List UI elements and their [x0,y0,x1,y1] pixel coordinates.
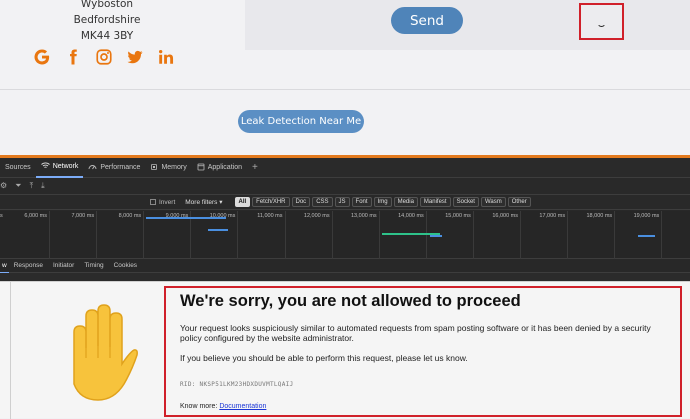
timeline-tick-label: 19,000 ms [633,213,660,219]
know-more-line: Know more: Documentation [180,403,666,410]
network-timeline-overview[interactable]: s 6,000 ms 7,000 ms 8,000 ms 9,000 ms 10,000 … [0,211,690,259]
blocked-contact-note: If you believe you should be able to per… [180,353,468,363]
tab-initiator[interactable]: Initiator [48,259,79,273]
blocked-explanation: Your request looks suspiciously similar … [180,323,651,343]
filter-chip-img[interactable]: Img [373,197,392,207]
tab-label: Application [207,164,242,171]
filter-chip-media[interactable]: Media [393,197,418,207]
timeline-tick-label: 15,000 ms [445,213,471,219]
request-bar [430,235,442,237]
linkedin-icon[interactable] [150,46,181,68]
loading-spinner-icon [597,18,606,27]
instagram-icon[interactable] [88,46,119,68]
response-preview-pane: We're sorry, you are not allowed to proc… [0,281,690,419]
settings-icon[interactable]: ⚙ [0,181,7,191]
tab-sources[interactable]: Sources [0,158,36,178]
timeline-tick-label: 6,000 ms [24,213,47,219]
tab-label: Sources [5,164,31,171]
devtools-separator [0,273,690,281]
timeline-tick-label: 17,000 ms [539,213,566,219]
address-line: Bedfordshire [73,14,141,26]
gauge-icon [88,163,97,172]
leak-detection-button[interactable]: Leak Detection Near Me [238,110,364,133]
address-block: Wyboston Bedfordshire MK44 3BY [62,0,152,44]
plus-icon: + [251,162,258,173]
address-line: MK44 3BY [80,30,134,42]
filter-chip-fetchxhr[interactable]: Fetch/XHR [252,197,290,207]
invert-checkbox[interactable]: Invert [150,199,175,206]
tab-response[interactable]: Response [9,259,48,273]
tab-memory[interactable]: Memory [145,158,191,178]
tab-cookies[interactable]: Cookies [109,259,142,273]
tab-label: Memory [161,164,187,171]
facebook-icon[interactable] [57,46,88,68]
network-toolbar: ⚙ ⏷ ⤒ ⤓ [0,178,690,195]
timeline-tick-label: 13,000 ms [351,213,377,219]
section-divider [0,89,690,90]
raised-hand-icon [73,304,138,401]
tab-timing[interactable]: Timing [79,259,108,273]
checkbox-icon [150,199,156,205]
add-tab-button[interactable]: + [247,158,263,178]
documentation-link[interactable]: Documentation [219,403,266,410]
timeline-tick-label: 14,000 ms [398,213,424,219]
twitter-icon[interactable] [119,46,150,68]
social-links [26,46,181,68]
timeline-tick-label: 20,00 [662,213,690,219]
tab-preview[interactable]: w [0,259,9,273]
download-icon[interactable]: ⤓ [41,181,45,191]
tab-performance[interactable]: Performance [83,158,145,178]
preview-gutter [10,282,11,419]
filter-chip-manifest[interactable]: Manifest [419,197,451,207]
know-more-label: Know more: [180,403,218,410]
filter-chip-js[interactable]: JS [334,197,350,207]
request-id: RID: NKSP51LKM23HDXDUVMTLQAIJ [180,381,294,388]
timeline-tick-label: 16,000 ms [492,213,518,219]
more-filters-label: More filters [185,199,218,206]
filter-chip-other[interactable]: Other [507,197,531,207]
address-line: Wyboston [80,0,134,10]
caret-down-icon: ▾ [219,199,223,206]
tab-application[interactable]: Application [192,158,247,178]
captcha-highlight[interactable] [579,3,624,40]
timeline-tick-label: 12,000 ms [303,213,330,219]
filter-chip-css[interactable]: CSS [312,197,333,207]
tab-network[interactable]: Network [35,158,84,178]
request-detail-tabs: w Response Initiator Timing Cookies [0,259,690,273]
filter-chip-all[interactable]: All [234,197,251,207]
devtools-tabs: Sources Network Performance Memory Appli… [0,158,690,178]
timeline-tick-label: 11,000 ms [257,213,283,219]
filter-chip-socket[interactable]: Socket [452,197,479,207]
website-viewport: Wyboston Bedfordshire MK44 3BY Send Leak… [0,0,690,155]
google-icon[interactable] [26,46,57,68]
timeline-tick-label: 18,000 ms [586,213,613,219]
chip-icon [150,163,158,173]
filter-chip-doc[interactable]: Doc [291,197,311,207]
request-bar [146,217,226,219]
devtools-panel: Sources Network Performance Memory Appli… [0,158,690,281]
request-bar [208,229,228,231]
filter-chip-font[interactable]: Font [351,197,372,207]
filter-chip-wasm[interactable]: Wasm [480,197,506,207]
tab-label: Performance [100,164,141,171]
tab-label: Network [52,163,79,170]
filter-icon[interactable]: ⏷ [15,181,21,191]
blocked-title: We're sorry, you are not allowed to proc… [180,292,521,310]
upload-icon[interactable]: ⤒ [30,181,34,191]
filter-chips: All Fetch/XHR Doc CSS JS Font Img Media Manifest… [234,197,531,207]
timeline-tick-label: 7,000 ms [71,213,95,219]
request-bar [638,235,655,237]
timeline-tick-label: 8,000 ms [118,213,142,219]
wifi-icon [40,162,50,171]
invert-label: Invert [159,198,176,206]
network-filter-bar: Invert More filters ▾ All Fetch/XHR Doc CSS… [0,195,690,210]
window-icon [197,163,205,173]
blocked-message-box: We're sorry, you are not allowed to proc… [164,286,682,417]
send-button[interactable]: Send [391,7,463,34]
more-filters-dropdown[interactable]: More filters ▾ [185,198,222,206]
